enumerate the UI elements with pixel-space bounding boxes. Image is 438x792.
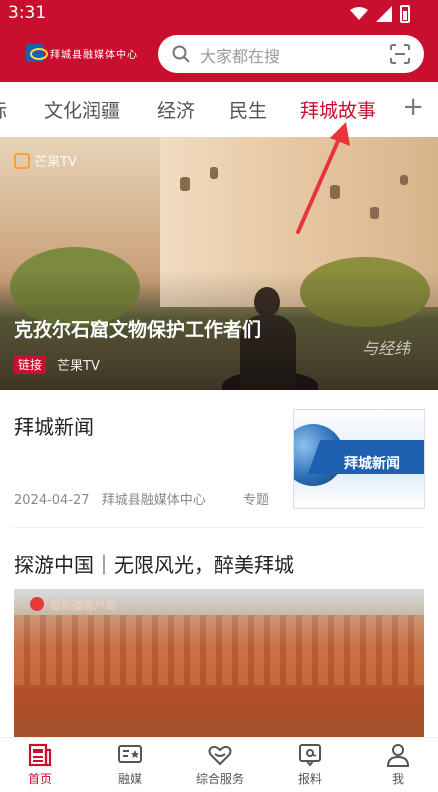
- mango-tv-icon: [14, 152, 30, 169]
- search-icon: [172, 45, 190, 63]
- tab-economy[interactable]: 经济: [157, 96, 195, 123]
- thumb-label: 拜城新闻: [344, 456, 400, 472]
- banner-watermark: 与经纬: [361, 339, 410, 358]
- channel-logo-text: 芒果TV: [34, 155, 77, 170]
- news-icon: [28, 743, 52, 767]
- link-badge: 链接: [14, 355, 47, 374]
- channel-logo: 芒果TV: [14, 151, 77, 170]
- tab-livelihood[interactable]: 民生: [229, 96, 267, 123]
- news-date: 2024-04-27: [14, 493, 90, 508]
- tab-partial[interactable]: 标: [0, 96, 7, 123]
- media-icon: [118, 745, 142, 763]
- nav-report[interactable]: 报料: [270, 742, 350, 787]
- news-image[interactable]: 看新疆客户端: [14, 589, 424, 737]
- search-bar[interactable]: 大家都在搜: [158, 35, 424, 73]
- tab-culture[interactable]: 文化润疆: [44, 96, 120, 123]
- cave-hole: [400, 175, 408, 185]
- divider: [14, 527, 424, 528]
- category-tabs: 标 文化润疆 经济 民生 拜城故事 +: [0, 82, 438, 137]
- canyon-texture: [14, 615, 424, 685]
- report-icon: [299, 744, 321, 767]
- logo-text: 拜城县融媒体中心: [50, 49, 138, 61]
- news-thumbnail[interactable]: 拜城新闻: [293, 409, 425, 509]
- scan-icon[interactable]: [390, 44, 410, 64]
- banner-title[interactable]: 克孜尔石窟文物保护工作者们: [14, 315, 261, 342]
- nav-label: 综合服务: [195, 772, 244, 786]
- nav-label: 我: [391, 772, 404, 786]
- add-tab-button[interactable]: +: [402, 92, 424, 122]
- kanxinjiang-logo-icon: [30, 597, 44, 611]
- signal-icon: [376, 6, 392, 22]
- cave-hole: [370, 207, 379, 219]
- app-header: 3:31 拜城县融媒体中心 大家都在搜: [0, 0, 438, 82]
- nav-media[interactable]: 融媒: [90, 742, 170, 787]
- app-logo[interactable]: 拜城县融媒体中心: [26, 40, 138, 66]
- nav-label: 报料: [297, 772, 322, 786]
- status-icons: [350, 5, 410, 23]
- news-type-badge: 专题: [243, 493, 270, 508]
- nav-label: 首页: [27, 772, 52, 786]
- news-meta: 2024-04-27 拜城县融媒体中心: [14, 489, 214, 508]
- status-time: 3:31: [8, 3, 47, 23]
- news-title[interactable]: 探游中国｜无限风光，醉美拜城: [14, 549, 294, 578]
- image-logo-text: 看新疆客户端: [50, 599, 116, 612]
- cave-hole: [210, 167, 218, 179]
- nav-label: 融媒: [117, 772, 142, 786]
- logo-mark-icon: [26, 44, 48, 62]
- cave-hole: [330, 185, 340, 199]
- nav-home[interactable]: 首页: [0, 742, 80, 787]
- status-bar: 3:31: [0, 0, 438, 26]
- search-placeholder: 大家都在搜: [200, 47, 281, 66]
- battery-icon: [400, 5, 410, 23]
- nav-me[interactable]: 我: [358, 742, 438, 787]
- heart-hands-icon: [208, 745, 232, 766]
- tab-baicheng-stories[interactable]: 拜城故事: [300, 96, 376, 123]
- wifi-icon: [350, 7, 368, 20]
- news-title[interactable]: 拜城新闻: [14, 411, 94, 440]
- cave-hole: [180, 177, 190, 191]
- nav-services[interactable]: 综合服务: [180, 742, 260, 787]
- hero-banner[interactable]: 芒果TV 与经纬 克孜尔石窟文物保护工作者们 链接 芒果TV: [0, 137, 438, 390]
- news-source: 拜城县融媒体中心: [101, 493, 206, 508]
- banner-source: 芒果TV: [57, 359, 100, 374]
- user-icon: [386, 744, 410, 767]
- bottom-nav: 首页 融媒 综合服务 报料 我: [0, 737, 438, 792]
